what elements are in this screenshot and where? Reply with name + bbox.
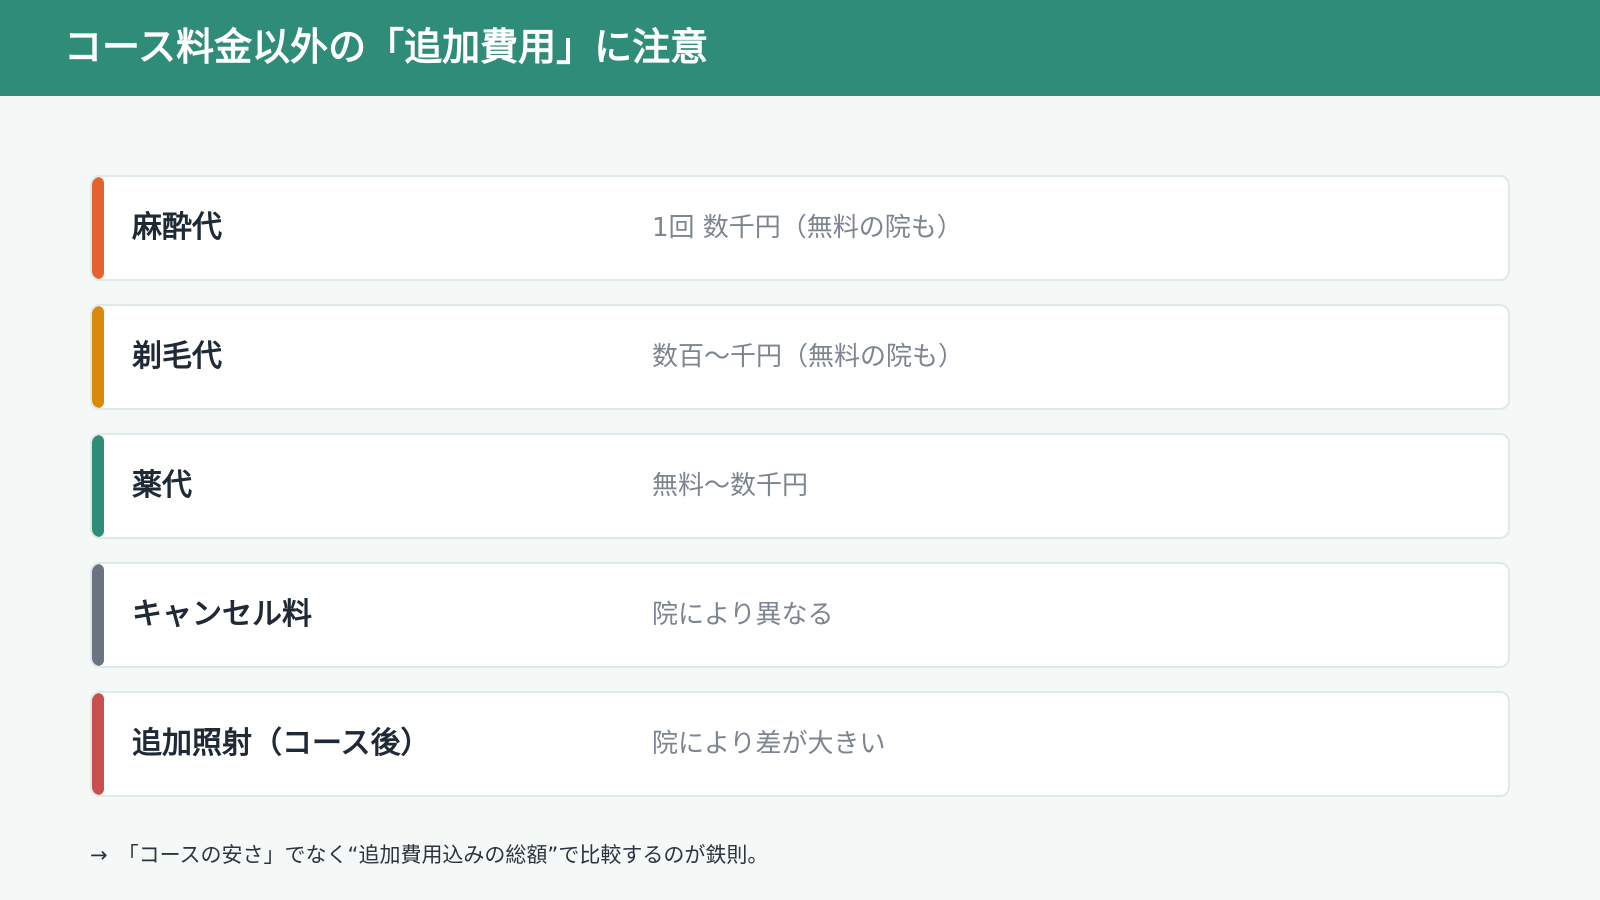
accent-bar — [92, 177, 104, 279]
cost-item-extra-treatment: 追加照射（コース後） 院により差が大きい — [90, 691, 1510, 797]
cost-item-description: 院により異なる — [652, 600, 834, 630]
footnote: → 「コースの安さ」でなく“追加費用込みの総額”で比較するのが鉄則。 — [90, 840, 768, 870]
cost-item-description: 院により差が大きい — [652, 729, 886, 759]
page-title: コース料金以外の「追加費用」に注意 — [64, 25, 709, 69]
cost-item-medicine: 薬代 無料〜数千円 — [90, 433, 1510, 539]
cost-item-label: キャンセル料 — [132, 597, 312, 632]
cost-list: 麻酔代 1回 数千円（無料の院も） 剃毛代 数百〜千円（無料の院も） 薬代 無料… — [90, 175, 1510, 820]
cost-item-label: 剃毛代 — [132, 339, 222, 374]
header-bar: コース料金以外の「追加費用」に注意 — [0, 0, 1600, 96]
accent-bar — [92, 693, 104, 795]
cost-item-cancellation: キャンセル料 院により異なる — [90, 562, 1510, 668]
cost-item-label: 薬代 — [132, 468, 192, 503]
footnote-text: 「コースの安さ」でなく“追加費用込みの総額”で比較するのが鉄則。 — [117, 843, 769, 867]
accent-bar — [92, 435, 104, 537]
cost-item-description: 数百〜千円（無料の院も） — [652, 342, 965, 372]
cost-item-label: 追加照射（コース後） — [132, 726, 431, 761]
accent-bar — [92, 306, 104, 408]
accent-bar — [92, 564, 104, 666]
cost-item-description: 1回 数千円（無料の院も） — [652, 213, 963, 243]
cost-item-anesthesia: 麻酔代 1回 数千円（無料の院も） — [90, 175, 1510, 281]
cost-item-shaving: 剃毛代 数百〜千円（無料の院も） — [90, 304, 1510, 410]
cost-item-label: 麻酔代 — [132, 210, 222, 245]
cost-item-description: 無料〜数千円 — [652, 471, 809, 501]
arrow-right-icon: → — [90, 843, 108, 867]
